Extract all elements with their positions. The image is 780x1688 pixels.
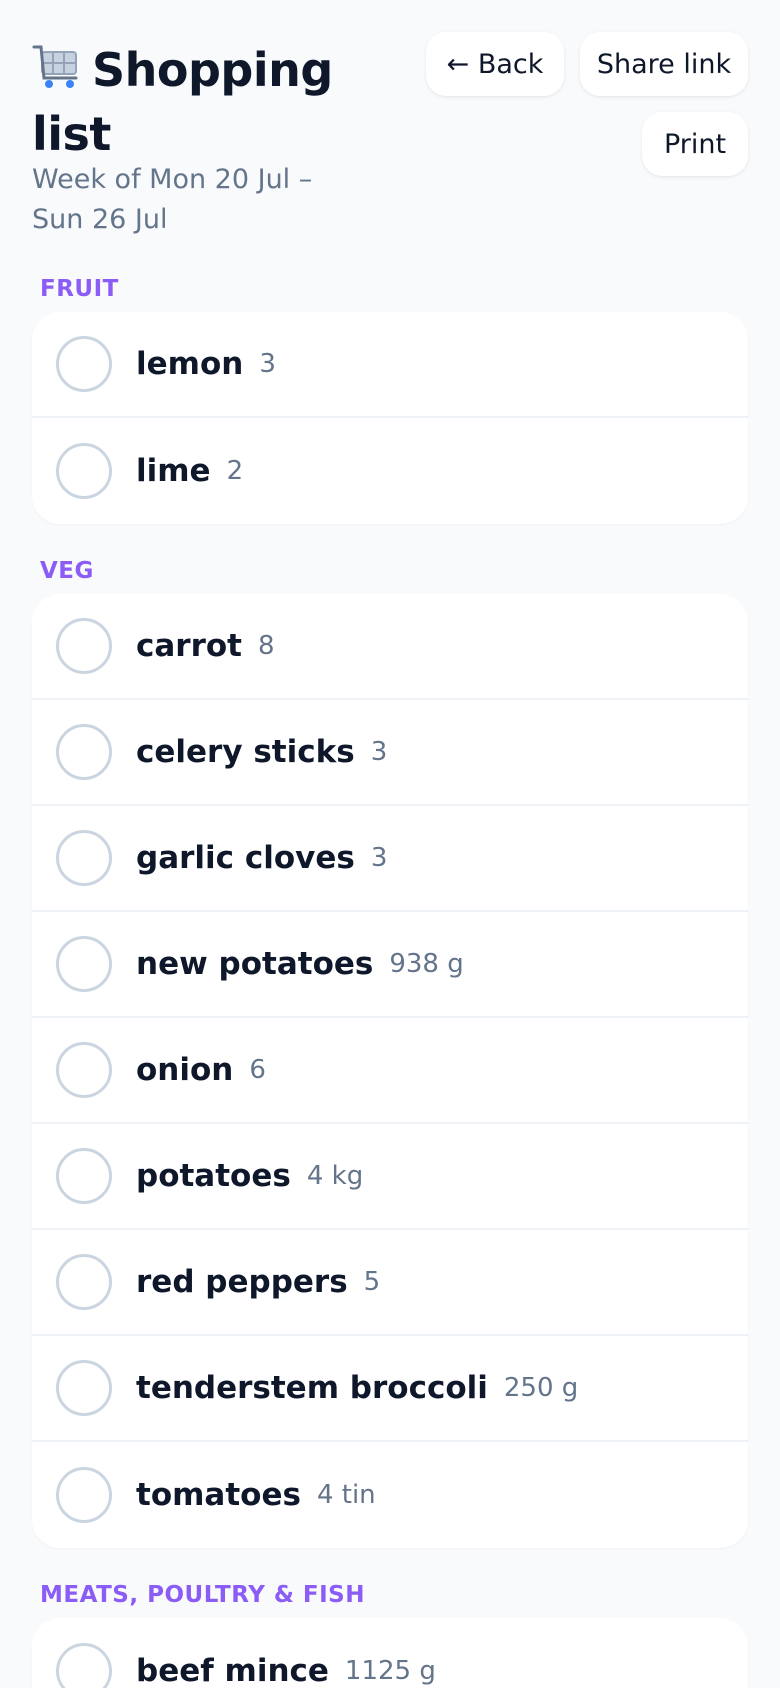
shopping-cart-icon bbox=[32, 45, 78, 88]
item-name: garlic cloves bbox=[136, 840, 355, 876]
section-card-veg: carrot 8 celery sticks 3 garlic cloves 3… bbox=[32, 594, 748, 1548]
checkbox[interactable] bbox=[56, 724, 112, 780]
checkbox[interactable] bbox=[56, 618, 112, 674]
list-item[interactable]: garlic cloves 3 bbox=[32, 806, 748, 912]
item-name: onion bbox=[136, 1052, 234, 1088]
section-label-veg: VEG bbox=[40, 558, 94, 584]
item-name: carrot bbox=[136, 628, 242, 664]
item-quantity: 1125 g bbox=[344, 1656, 436, 1686]
list-item[interactable]: potatoes 4 kg bbox=[32, 1124, 748, 1230]
checkbox[interactable] bbox=[56, 1148, 112, 1204]
item-quantity: 3 bbox=[259, 349, 276, 379]
list-item[interactable]: lime 2 bbox=[32, 418, 748, 524]
checkbox[interactable] bbox=[56, 1360, 112, 1416]
item-quantity: 938 g bbox=[389, 949, 464, 979]
list-item[interactable]: onion 6 bbox=[32, 1018, 748, 1124]
section-card-fruit: lemon 3 lime 2 bbox=[32, 312, 748, 524]
list-item[interactable]: tenderstem broccoli 250 g bbox=[32, 1336, 748, 1442]
item-name: beef mince bbox=[136, 1653, 329, 1688]
item-quantity: 8 bbox=[258, 631, 275, 661]
item-name: potatoes bbox=[136, 1158, 291, 1194]
item-quantity: 5 bbox=[363, 1267, 381, 1297]
item-name: celery sticks bbox=[136, 734, 355, 770]
item-quantity: 4 kg bbox=[306, 1161, 364, 1191]
week-range: Week of Mon 20 Jul – Sun 26 Jul bbox=[32, 164, 313, 235]
item-quantity: 2 bbox=[226, 456, 244, 486]
list-item[interactable]: celery sticks 3 bbox=[32, 700, 748, 806]
list-item[interactable]: new potatoes 938 g bbox=[32, 912, 748, 1018]
item-name: tomatoes bbox=[136, 1477, 301, 1513]
item-name: red peppers bbox=[136, 1264, 348, 1300]
section-label-fruit: FRUIT bbox=[40, 276, 119, 302]
list-item[interactable]: lemon 3 bbox=[32, 312, 748, 418]
section-label-meats: MEATS, POULTRY & FISH bbox=[40, 1582, 365, 1608]
checkbox[interactable] bbox=[56, 830, 112, 886]
back-button[interactable]: ← Back bbox=[426, 32, 564, 96]
list-item[interactable]: tomatoes 4 tin bbox=[32, 1442, 748, 1548]
list-item[interactable]: red peppers 5 bbox=[32, 1230, 748, 1336]
checkbox[interactable] bbox=[56, 1042, 112, 1098]
list-item[interactable]: beef mince 1125 g bbox=[32, 1618, 748, 1688]
item-quantity: 250 g bbox=[503, 1373, 579, 1403]
item-name: tenderstem broccoli bbox=[136, 1370, 488, 1406]
checkbox[interactable] bbox=[56, 1643, 112, 1688]
print-button[interactable]: Print bbox=[642, 112, 748, 176]
item-quantity: 4 tin bbox=[316, 1480, 376, 1510]
item-quantity: 6 bbox=[249, 1055, 266, 1085]
section-card-meats: beef mince 1125 g bbox=[32, 1618, 748, 1688]
item-quantity: 3 bbox=[370, 737, 388, 767]
item-name: lemon bbox=[136, 346, 244, 382]
shopping-list-page: Shopping list Week of Mon 20 Jul – Sun 2… bbox=[0, 0, 780, 1688]
checkbox[interactable] bbox=[56, 1467, 112, 1523]
checkbox[interactable] bbox=[56, 443, 112, 499]
item-quantity: 3 bbox=[370, 843, 388, 873]
checkbox[interactable] bbox=[56, 336, 112, 392]
checkbox[interactable] bbox=[56, 936, 112, 992]
item-name: new potatoes bbox=[136, 946, 374, 982]
checkbox[interactable] bbox=[56, 1254, 112, 1310]
item-name: lime bbox=[136, 453, 211, 489]
share-link-button[interactable]: Share link bbox=[580, 32, 748, 96]
list-item[interactable]: carrot 8 bbox=[32, 594, 748, 700]
page-title: Shopping list bbox=[32, 38, 392, 166]
